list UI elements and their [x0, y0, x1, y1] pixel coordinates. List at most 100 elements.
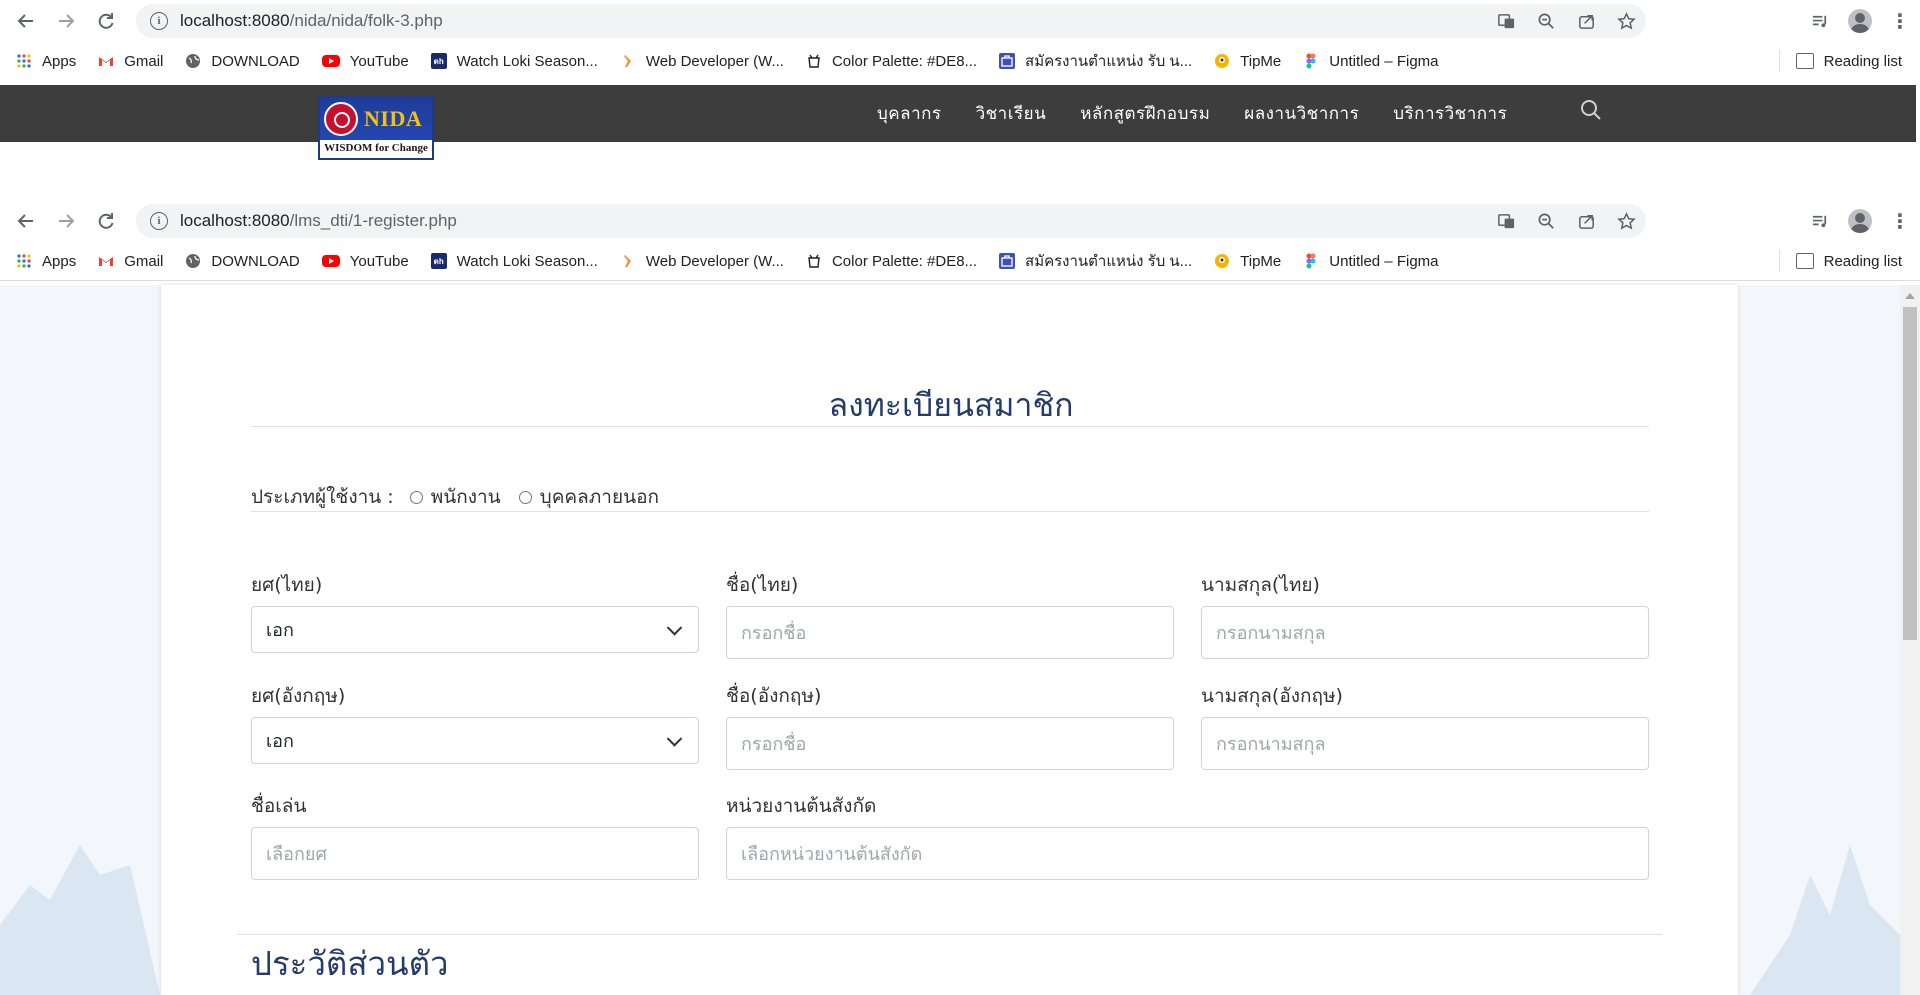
bookmark-label: TipMe [1240, 252, 1282, 270]
zoom-icon[interactable] [1526, 4, 1566, 38]
bookmark-star-icon[interactable] [1606, 4, 1646, 38]
unit-input[interactable]: เลือกหน่วยงานต้นสังกัด [726, 827, 1649, 880]
menu-item-training[interactable]: หลักสูตรฝึกอบรม [1080, 100, 1210, 127]
gmail-icon [98, 53, 114, 69]
apps-grid-icon [16, 253, 32, 269]
page-scrollbar[interactable] [1900, 285, 1920, 995]
site-favicon [620, 253, 636, 269]
address-bar[interactable]: i localhost:8080/lms_dti/1-register.php [136, 204, 1646, 238]
rank-en-select[interactable]: เอก [251, 717, 699, 764]
kebab-menu-icon[interactable]: ⋮ [1880, 200, 1920, 242]
bookmark-label: TipMe [1240, 52, 1282, 70]
bookmark-loki[interactable]: ดh Watch Loki Season... [430, 53, 598, 70]
reading-list-icon [1795, 253, 1814, 269]
first-en-input[interactable]: กรอกชื่อ [726, 717, 1174, 770]
bookmark-label: Web Developer (W... [645, 52, 784, 70]
rank-en-value: เอก [266, 731, 294, 752]
bookmark-label: Gmail [124, 52, 164, 70]
rank-th-label: ยศ(ไทย) [251, 574, 323, 596]
logo-name: NIDA [364, 106, 423, 131]
bookmark-gmail[interactable]: Gmail [98, 253, 163, 270]
radio-label-external[interactable]: บุคคลภายนอก [540, 482, 659, 512]
reload-icon [98, 213, 114, 229]
menu-item-courses[interactable]: วิชาเรียน [976, 100, 1047, 127]
bookmark-youtube[interactable]: YouTube [321, 253, 409, 270]
bookmark-label: Color Palette: #DE8... [831, 252, 978, 270]
site-menu: บุคลากร วิชาเรียน หลักสูตรฝึกอบรม ผลงานว… [860, 85, 1524, 142]
bookmark-figma[interactable]: Untitled – Figma [1303, 253, 1439, 270]
address-url: localhost:8080/lms_dti/1-register.php [180, 211, 457, 231]
first-en-placeholder: กรอกชื่อ [741, 734, 807, 755]
bookmark-apps[interactable]: Apps [16, 253, 76, 270]
reload-button[interactable] [86, 0, 126, 42]
bookmark-job[interactable]: สมัครงานตำแหน่ง รับ น... [999, 249, 1192, 273]
menu-item-academic-services[interactable]: บริการวิชาการ [1393, 100, 1507, 127]
site-info-icon[interactable]: i [150, 212, 168, 230]
share-icon[interactable] [1566, 4, 1606, 38]
bookmark-webdev[interactable]: Web Developer (W... [620, 53, 784, 70]
bookmark-apps[interactable]: Apps [16, 53, 76, 70]
unit-label: หน่วยงานต้นสังกัด [726, 795, 877, 817]
bookmark-tipme[interactable]: TipMe [1214, 53, 1281, 70]
back-button[interactable] [6, 0, 46, 42]
nida-logo[interactable]: NIDA WISDOM for Change [318, 96, 434, 160]
url-host: localhost:8080 [180, 11, 290, 30]
address-bar[interactable]: i localhost:8080/nida/nida/folk-3.php [136, 4, 1646, 38]
menu-item-academic-works[interactable]: ผลงานวิชาการ [1244, 100, 1359, 127]
menu-item-personnel[interactable]: บุคลากร [877, 100, 942, 127]
radio-external[interactable] [518, 490, 532, 504]
bookmark-youtube[interactable]: YouTube [321, 52, 409, 70]
globe-icon [185, 53, 201, 69]
bookmark-color-palette[interactable]: Color Palette: #DE8... [806, 253, 977, 270]
bookmark-label: สมัครงานตำแหน่ง รับ น... [1025, 253, 1193, 270]
bookmark-job[interactable]: สมัครงานตำแหน่ง รับ น... [999, 49, 1192, 73]
radio-employee[interactable] [409, 490, 423, 504]
bookmark-download[interactable]: DOWNLOAD [185, 53, 300, 70]
bookmark-star-icon[interactable] [1606, 204, 1646, 238]
search-icon[interactable] [1579, 98, 1603, 122]
bookmark-figma[interactable]: Untitled – Figma [1303, 53, 1439, 70]
kebab-menu-icon[interactable]: ⋮ [1880, 0, 1920, 42]
reading-list-button[interactable]: Reading list [1778, 242, 1902, 280]
first-th-input[interactable]: กรอกชื่อ [726, 606, 1174, 659]
bookmark-color-palette[interactable]: Color Palette: #DE8... [806, 53, 977, 70]
user-type-label: ประเภทผู้ใช้งาน : [251, 486, 394, 508]
profile-avatar[interactable] [1840, 0, 1880, 42]
rank-th-select[interactable]: เอก [251, 606, 699, 653]
forward-button[interactable] [46, 0, 86, 42]
last-th-input[interactable]: กรอกนามสกุล [1201, 606, 1649, 659]
reading-list-button[interactable]: Reading list [1778, 42, 1902, 80]
bookmark-loki[interactable]: ดh Watch Loki Season... [430, 253, 598, 270]
reading-list-label: Reading list [1823, 252, 1902, 270]
media-control-icon[interactable] [1800, 200, 1840, 242]
bookmark-gmail[interactable]: Gmail [98, 53, 163, 70]
palette-icon [806, 53, 822, 69]
bookmark-label: YouTube [349, 52, 409, 70]
reload-icon [98, 13, 114, 29]
media-control-icon[interactable] [1800, 0, 1840, 42]
bookmark-download[interactable]: DOWNLOAD [185, 253, 300, 270]
forward-button[interactable] [46, 200, 86, 242]
last-en-label: นามสกุล(อังกฤษ) [1201, 685, 1343, 707]
bookmark-webdev[interactable]: Web Developer (W... [620, 253, 784, 270]
back-button[interactable] [6, 200, 46, 242]
scroll-up-arrow-icon[interactable] [1905, 293, 1915, 299]
title-divider [251, 426, 1649, 427]
bookmark-label: Apps [42, 52, 77, 70]
last-en-input[interactable]: กรอกนามสกุล [1201, 717, 1649, 770]
zoom-icon[interactable] [1526, 204, 1566, 238]
bookmark-tipme[interactable]: TipMe [1214, 253, 1281, 270]
browser-actions: ⋮ [1800, 0, 1920, 42]
site-info-icon[interactable]: i [150, 12, 168, 30]
radio-label-employee[interactable]: พนักงาน [431, 482, 501, 512]
translate-icon[interactable] [1486, 4, 1526, 38]
reload-button[interactable] [86, 200, 126, 242]
palette-icon [806, 253, 822, 269]
scrollbar-thumb[interactable] [1903, 307, 1917, 640]
nickname-input[interactable]: เลือกยศ [251, 827, 699, 880]
site-favicon [620, 53, 636, 69]
translate-icon[interactable] [1486, 204, 1526, 238]
share-icon[interactable] [1566, 204, 1606, 238]
profile-avatar[interactable] [1840, 200, 1880, 242]
user-type-divider [251, 511, 1649, 512]
